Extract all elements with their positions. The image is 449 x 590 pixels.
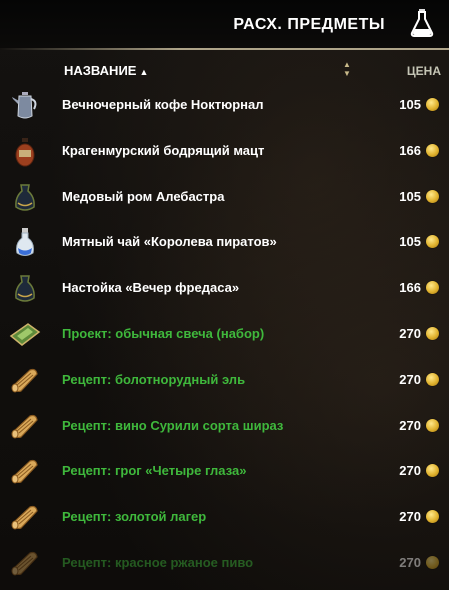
blueprint-icon xyxy=(8,318,42,352)
gold-coin-icon xyxy=(426,327,439,340)
list-item[interactable]: Рецепт: болотнорудный эль 270 xyxy=(0,358,449,404)
item-name: Проект: обычная свеча (набор) xyxy=(62,326,265,341)
dark-bottle-icon xyxy=(8,181,42,215)
sort-ascending-icon: ▲ xyxy=(139,67,149,77)
item-name: Крагенмурский бодрящий мацт xyxy=(62,142,265,158)
column-name-label: НАЗВАНИЕ xyxy=(64,63,137,78)
coffee-pot-icon xyxy=(8,89,42,123)
gold-coin-icon xyxy=(426,372,439,386)
item-name: Настойка «Вечер фредаса» xyxy=(62,280,240,296)
gold-coin-icon xyxy=(426,510,439,524)
list-item[interactable]: Рецепт: золотой лагер 270 xyxy=(0,495,449,541)
list-item[interactable]: Настойка «Вечер фредаса» 166 xyxy=(0,266,449,312)
item-name: Рецепт: вино Сурили сорта шираз xyxy=(62,417,284,433)
gold-coin-icon xyxy=(426,143,439,157)
gold-coin-icon xyxy=(426,189,439,203)
scroll-icon xyxy=(8,547,42,581)
header-divider xyxy=(0,48,449,50)
item-name: Рецепт: красное ржаное пиво xyxy=(62,555,254,570)
list-item[interactable]: Вечночерный кофе Ноктюрнал 105 xyxy=(0,83,449,129)
clay-jug-icon xyxy=(8,135,42,169)
list-item[interactable]: Медовый ром Алебастра 105 xyxy=(0,175,449,221)
scroll-icon xyxy=(8,501,42,535)
item-name: Рецепт: болотнорудный эль xyxy=(62,371,246,387)
sort-toggle-icon[interactable]: ▲ ▼ xyxy=(342,60,352,80)
scroll-icon xyxy=(8,455,42,489)
item-price: 166 xyxy=(399,142,421,158)
sort-by-price-button[interactable]: ЦЕНА xyxy=(407,64,441,78)
gold-coin-icon xyxy=(426,418,439,432)
header-bar: РАСХ. ПРЕДМЕТЫ xyxy=(0,0,449,48)
item-price: 105 xyxy=(399,97,421,112)
scroll-icon xyxy=(8,410,42,444)
item-price: 270 xyxy=(399,371,421,387)
item-price: 166 xyxy=(399,280,421,296)
item-price: 270 xyxy=(399,555,421,570)
potion-icon[interactable] xyxy=(409,8,435,38)
column-header: НАЗВАНИЕ ▲ ▲ ▼ ЦЕНА xyxy=(0,60,449,80)
list-item[interactable]: Рецепт: вино Сурили сорта шираз 270 xyxy=(0,404,449,450)
gold-coin-icon xyxy=(426,98,439,111)
item-name: Вечночерный кофе Ноктюрнал xyxy=(62,97,264,112)
item-name: Мятный чай «Королева пиратов» xyxy=(62,234,277,250)
gold-coin-icon xyxy=(426,281,439,295)
list-item[interactable]: Проект: обычная свеча (набор) 270 xyxy=(0,312,449,358)
list-item[interactable]: Крагенмурский бодрящий мацт 166 xyxy=(0,129,449,175)
list-item[interactable]: Рецепт: грог «Четыре глаза» 270 xyxy=(0,449,449,495)
item-price: 270 xyxy=(399,509,421,525)
item-name: Медовый ром Алебастра xyxy=(62,188,225,204)
item-price: 270 xyxy=(399,326,421,341)
dark-bottle-icon xyxy=(8,272,42,306)
item-price: 105 xyxy=(399,188,421,204)
gold-coin-icon xyxy=(426,464,439,478)
item-name: Рецепт: золотой лагер xyxy=(62,509,207,525)
item-price: 270 xyxy=(399,417,421,433)
sort-by-name-button[interactable]: НАЗВАНИЕ ▲ xyxy=(64,63,148,78)
flask-icon xyxy=(8,226,42,260)
list-item[interactable]: Рецепт: красное ржаное пиво 270 xyxy=(0,541,449,587)
item-name: Рецепт: грог «Четыре глаза» xyxy=(62,463,247,479)
item-price: 270 xyxy=(399,463,421,479)
page-title: РАСХ. ПРЕДМЕТЫ xyxy=(233,16,385,33)
scroll-icon xyxy=(8,364,42,398)
item-price: 105 xyxy=(399,234,421,250)
gold-coin-icon xyxy=(426,235,439,249)
list-item[interactable]: Мятный чай «Королева пиратов» 105 xyxy=(0,220,449,266)
gold-coin-icon xyxy=(426,556,439,569)
